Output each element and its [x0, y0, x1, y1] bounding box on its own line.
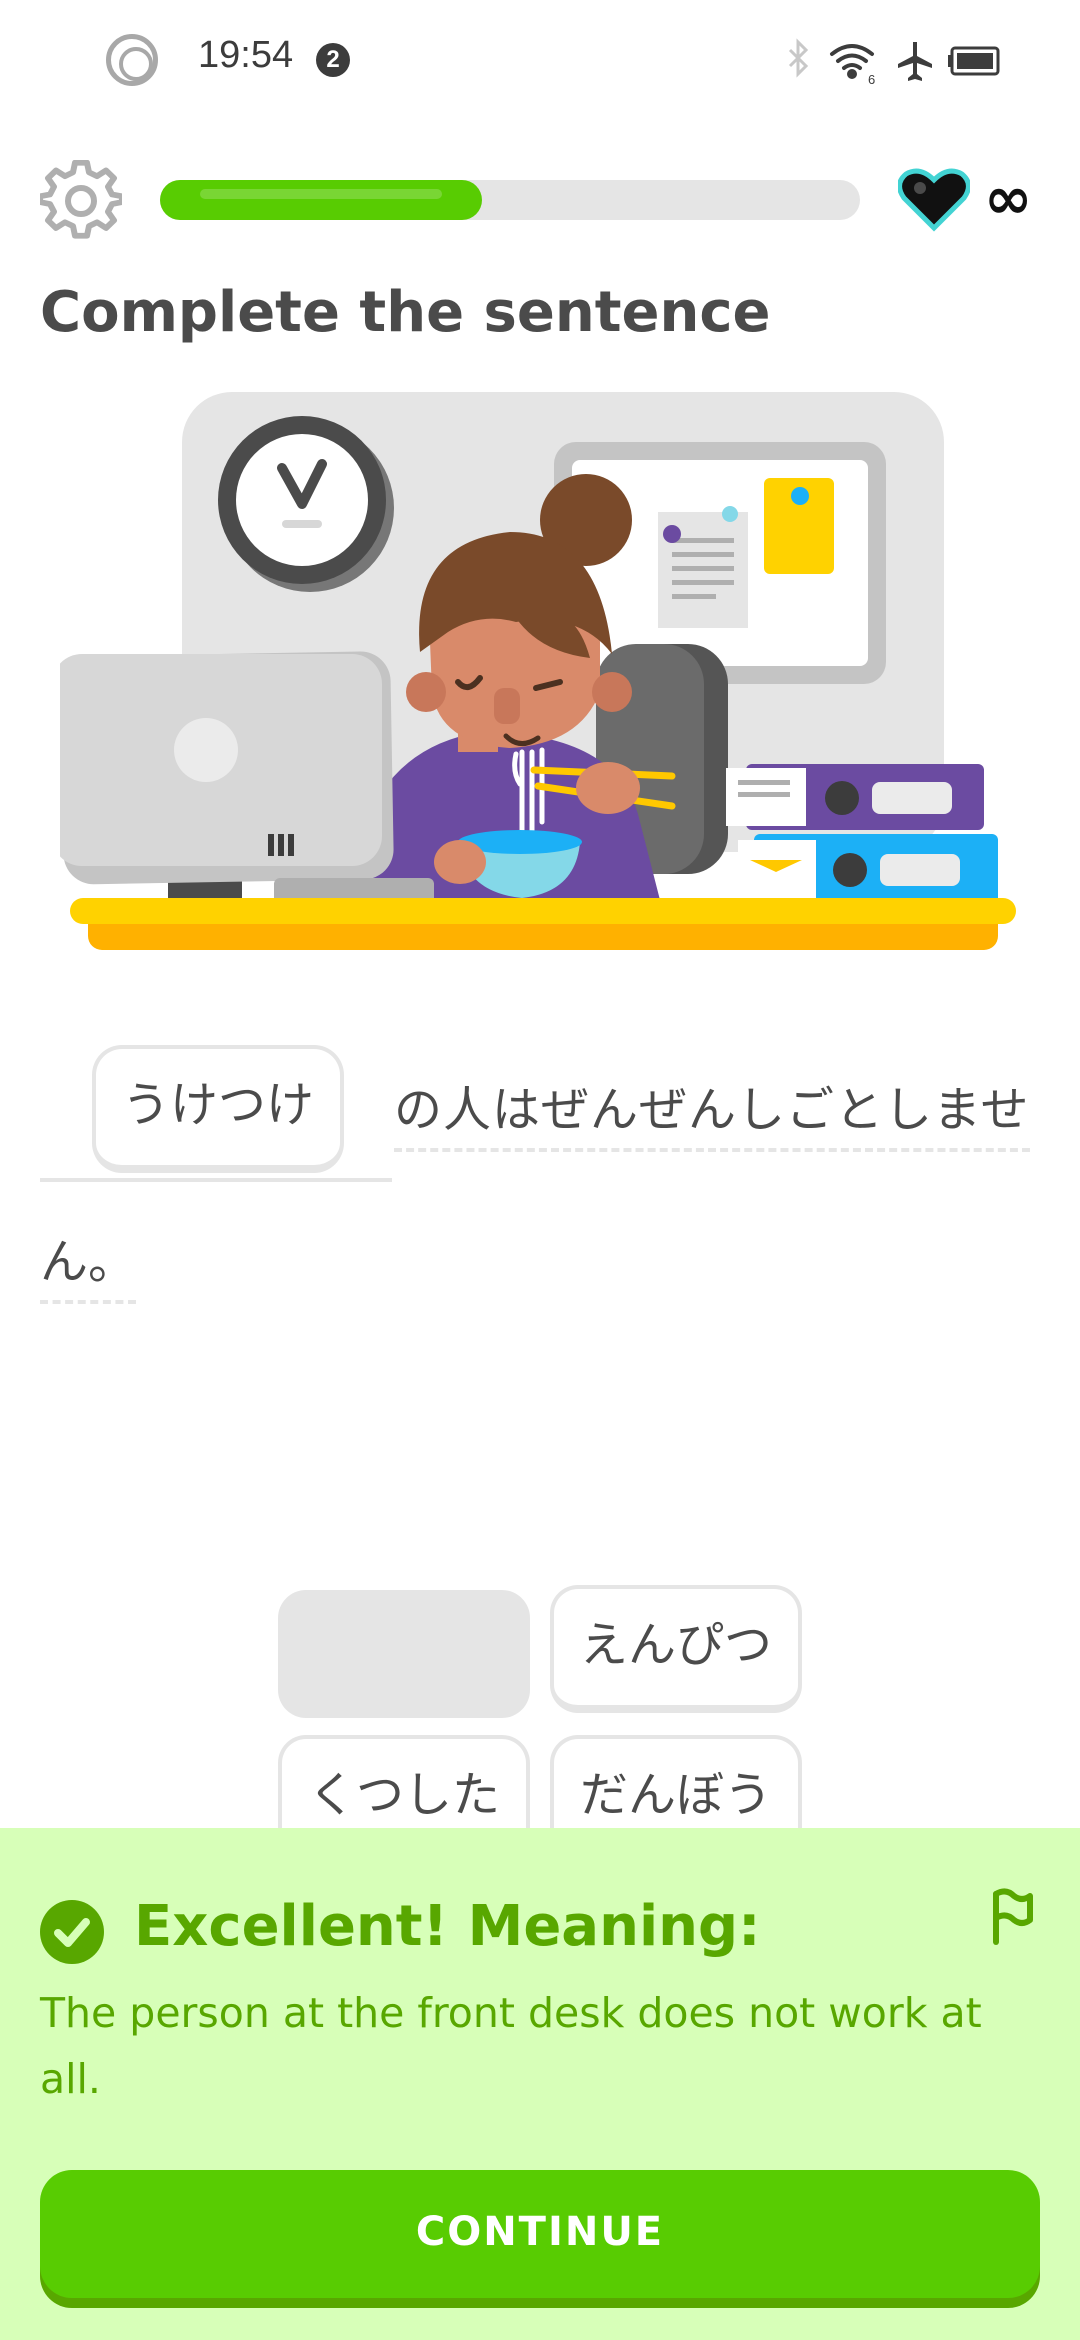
status-time: 19:54	[198, 34, 294, 76]
status-icons: 6	[788, 38, 1000, 86]
bluetooth-icon	[788, 38, 809, 78]
airplane-mode-icon	[898, 42, 932, 81]
feedback-panel: Excellent! Meaning: The person at the fr…	[0, 1828, 1080, 2340]
office-lunch-illustration	[60, 392, 1016, 950]
progress-shine	[200, 189, 442, 199]
feedback-meaning-text: The person at the front desk does not wo…	[40, 1989, 982, 2103]
lesson-progress-fill	[160, 180, 482, 220]
binders	[726, 764, 998, 906]
answer-chip[interactable]: うけつけ	[92, 1045, 344, 1173]
computer-monitor	[60, 651, 434, 922]
lesson-progress-bar	[160, 180, 860, 220]
wifi-icon	[830, 44, 874, 79]
sentence-text-line-1[interactable]: の人はぜんぜんしごとしませ	[394, 1070, 1030, 1152]
status-circle-icon	[106, 34, 158, 86]
wifi-band-label: 6	[868, 72, 875, 86]
continue-button[interactable]: CONTINUE	[40, 2170, 1040, 2298]
notification-count-badge: 2	[316, 43, 350, 77]
status-bar: 19:54 2 6	[0, 0, 1080, 120]
page-title: Complete the sentence	[40, 280, 771, 345]
heart-icon[interactable]	[898, 168, 970, 232]
hearts-infinite-label: ∞	[984, 164, 1033, 232]
gear-icon[interactable]	[40, 160, 122, 242]
feedback-title: Excellent! Meaning:	[134, 1894, 761, 1959]
check-icon	[40, 1900, 104, 1964]
answer-blank-underline	[40, 1178, 392, 1182]
word-bank-slot-used	[278, 1590, 530, 1718]
report-flag-icon[interactable]	[984, 1886, 1040, 1946]
word-bank-option[interactable]: えんぴつ	[550, 1585, 802, 1713]
battery-icon	[948, 46, 1000, 76]
sentence-text-line-2[interactable]: ん。	[40, 1222, 137, 1304]
